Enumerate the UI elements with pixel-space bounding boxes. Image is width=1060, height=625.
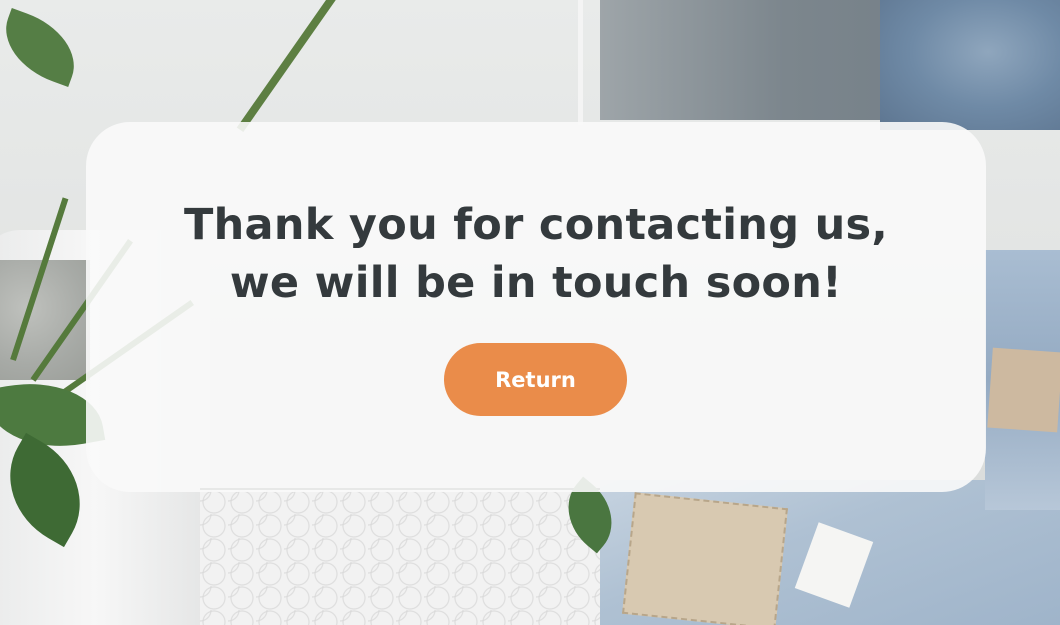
confirmation-card: Thank you for contacting us, we will be …	[86, 122, 986, 492]
background-denim-patch	[987, 347, 1060, 433]
confirmation-page: Thank you for contacting us, we will be …	[0, 0, 1060, 625]
thank-you-message-line-1: Thank you for contacting us,	[183, 200, 889, 250]
background-jeans-patch	[622, 492, 788, 625]
thank-you-message-line-2: we will be in touch soon!	[229, 258, 843, 308]
background-denim-top	[880, 0, 1060, 130]
thank-you-message: Thank you for contacting us, we will be …	[86, 196, 986, 312]
return-button[interactable]: Return	[444, 343, 627, 416]
background-tiled-floor	[200, 490, 630, 625]
background-rod	[578, 0, 583, 125]
